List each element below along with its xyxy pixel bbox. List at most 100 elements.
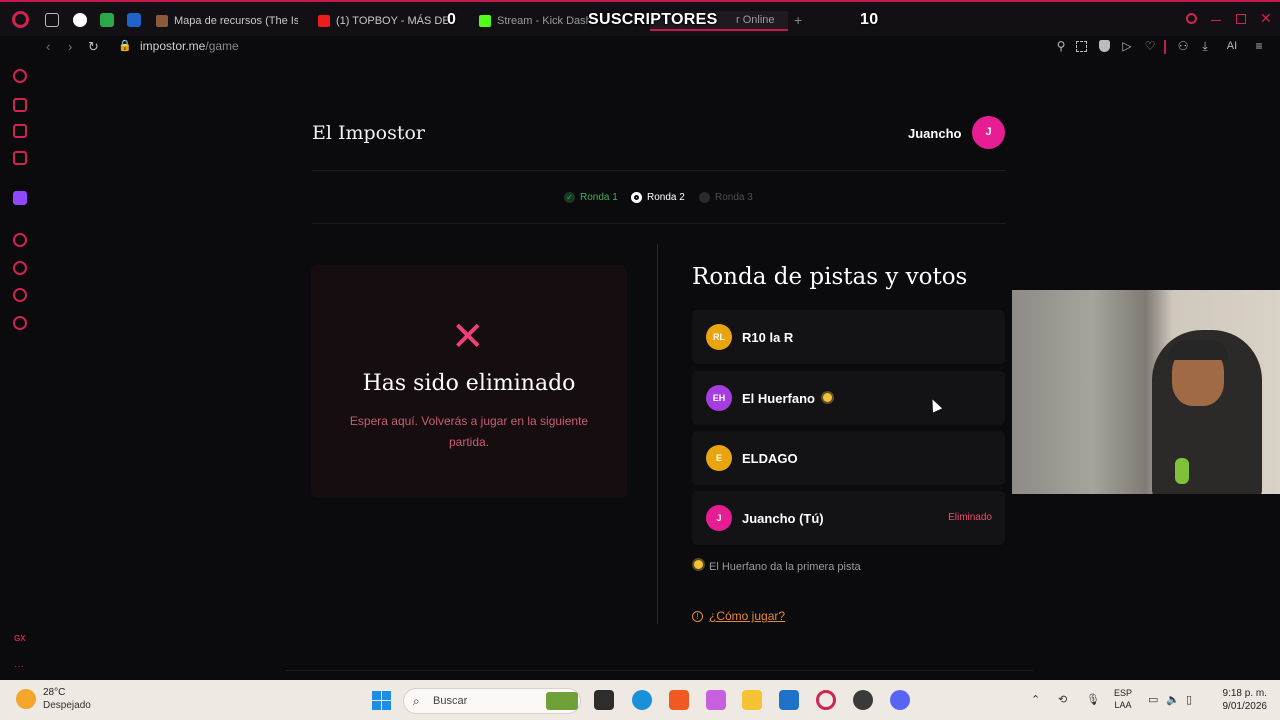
windows-start-icon[interactable]: [372, 691, 391, 710]
first-clue-text: El Huerfano da la primera pista: [709, 561, 861, 573]
pending-round-dot-icon: [699, 192, 710, 203]
new-tab-button[interactable]: +: [794, 12, 802, 28]
wallpaper-icon[interactable]: [13, 124, 27, 138]
opera-gx-taskbar-icon[interactable]: [816, 690, 836, 710]
player-avatar: RL: [706, 324, 732, 350]
outlook-icon[interactable]: [779, 690, 799, 710]
tab-label: Stream - Kick Dashb: [497, 15, 589, 27]
lang-layout: LAA: [1114, 700, 1132, 710]
taskbar-search[interactable]: ⌕ Buscar: [403, 688, 581, 714]
obs-icon[interactable]: [853, 690, 873, 710]
tab-topboy[interactable]: (1) TOPBOY - MÁS DE A: [318, 11, 448, 31]
address-bar: ‹ › ↻ 🔒 impostor.me/game ⚲ ▷ ♡ ⚇ ⤓ AI ≡: [40, 36, 1280, 58]
tab-kick-dashboard[interactable]: Stream - Kick Dashb: [479, 11, 589, 31]
workspace-icon[interactable]: [45, 13, 59, 27]
player-row[interactable]: RL R10 la R: [692, 310, 1005, 364]
player-name: R10 la R: [742, 330, 794, 345]
pinned-sheets-icon[interactable]: [100, 13, 114, 27]
extensions-icon[interactable]: [13, 288, 27, 302]
clock-time: 9:18 p. m.: [1222, 688, 1267, 699]
player-avatar: EH: [706, 385, 732, 411]
close-button[interactable]: ✕: [1260, 10, 1272, 27]
search-highlight-icon: [546, 692, 578, 710]
windows-taskbar: 28°C Despejado ⌕ Buscar ⌃ ⟲ 🎙 ESP LAA ▭ 🔈…: [0, 680, 1280, 720]
how-to-play-link[interactable]: ! ¿Cómo jugar?: [692, 609, 785, 623]
history-icon[interactable]: [13, 261, 27, 275]
player-icon[interactable]: [13, 233, 27, 247]
footer-divider: [285, 670, 1033, 671]
player-row[interactable]: EH El Huerfano: [692, 371, 1005, 425]
first-clue-sun-icon: [822, 393, 832, 402]
round-label: Ronda 2: [647, 192, 685, 203]
discord-icon[interactable]: [890, 690, 910, 710]
webcam-overlay: [1012, 290, 1280, 494]
play-icon[interactable]: ▷: [1120, 39, 1134, 53]
speed-dial-icon[interactable]: [13, 69, 27, 83]
back-icon[interactable]: ‹: [46, 39, 50, 54]
pinned-17track-icon[interactable]: [127, 13, 141, 27]
settings-gear-icon[interactable]: [13, 316, 27, 330]
user-avatar[interactable]: J: [972, 116, 1005, 149]
url-path: /game: [205, 39, 239, 53]
download-icon[interactable]: ⤓: [1198, 39, 1212, 53]
user-name: Juancho: [908, 126, 962, 141]
brave-icon[interactable]: [669, 690, 689, 710]
snapshot-icon[interactable]: [1076, 41, 1087, 52]
reload-icon[interactable]: ↻: [88, 39, 99, 55]
opera-logo-icon[interactable]: [12, 11, 29, 28]
pin-icon[interactable]: ⚲: [1054, 39, 1068, 53]
check-icon: ✓: [564, 192, 575, 203]
minimize-button[interactable]: [1211, 20, 1221, 21]
webcam-cap: [1168, 340, 1228, 360]
tray-expand-icon[interactable]: ⌃: [1031, 693, 1040, 706]
tab-label: (1) TOPBOY - MÁS DE A: [336, 15, 448, 27]
network-icon[interactable]: ▭: [1148, 693, 1158, 706]
votes-title: Ronda de pistas y votos: [692, 264, 968, 290]
system-clock[interactable]: 9:18 p. m. 9/01/2026: [1215, 687, 1268, 713]
profile-icon[interactable]: ⚇: [1176, 39, 1190, 53]
weather-moon-icon[interactable]: [16, 689, 36, 709]
player-name: El Huerfano: [742, 391, 815, 406]
twitch-icon[interactable]: [13, 191, 27, 205]
menu-icon[interactable]: ≡: [1252, 39, 1266, 53]
tray-mic-icon[interactable]: 🎙: [1086, 693, 1100, 706]
browser-sidebar: GX ···: [0, 58, 40, 680]
player-name: Juancho (Tú): [742, 511, 824, 526]
volume-icon[interactable]: 🔈: [1166, 693, 1180, 706]
url-field[interactable]: impostor.me/game: [140, 39, 239, 53]
weather-description[interactable]: Despejado: [43, 700, 91, 711]
round-label: Ronda 3: [715, 192, 753, 203]
weather-temperature[interactable]: 28°C: [43, 687, 65, 698]
eliminated-badge: Eliminado: [948, 512, 992, 523]
gx-mods-icon[interactable]: [13, 151, 27, 165]
overlay-subscribers-label: SUSCRIPTORES: [588, 11, 718, 28]
rounds-divider: [312, 223, 1006, 224]
battery-icon[interactable]: ▯: [1186, 693, 1192, 706]
eliminated-title: Has sido eliminado: [362, 371, 576, 396]
task-view-icon[interactable]: [594, 690, 614, 710]
tab-search-icon[interactable]: [1186, 13, 1197, 24]
tray-sync-icon[interactable]: ⟲: [1058, 693, 1067, 706]
webcam-microphone: [1175, 458, 1189, 484]
eliminated-message: Espera aquí. Volverás a jugar en la sigu…: [349, 414, 589, 449]
player-row[interactable]: J Juancho (Tú) Eliminado: [692, 491, 1005, 545]
site-brand[interactable]: El Impostor: [312, 122, 425, 144]
adblock-shield-icon[interactable]: [1099, 40, 1110, 52]
column-divider: [657, 244, 658, 624]
file-explorer-icon[interactable]: [742, 690, 762, 710]
language-indicator[interactable]: ESP LAA: [1114, 687, 1132, 711]
player-name: ELDAGO: [742, 451, 798, 466]
edge-icon[interactable]: [632, 690, 652, 710]
heart-icon[interactable]: ♡: [1143, 39, 1157, 53]
tab-mapa-recursos[interactable]: Mapa de recursos (The Isl: [156, 11, 298, 31]
workspaces-icon[interactable]: [13, 98, 27, 112]
url-host: impostor.me: [140, 39, 206, 53]
ai-icon[interactable]: AI: [1220, 39, 1244, 53]
pinned-tab-icon[interactable]: [73, 13, 87, 27]
player-row[interactable]: E ELDAGO: [692, 431, 1005, 485]
forward-icon[interactable]: ›: [68, 39, 72, 54]
gx-corner-icon[interactable]: GX: [14, 634, 26, 643]
copilot-icon[interactable]: [706, 690, 726, 710]
maximize-button[interactable]: [1236, 14, 1246, 24]
more-icon[interactable]: ···: [14, 661, 24, 672]
